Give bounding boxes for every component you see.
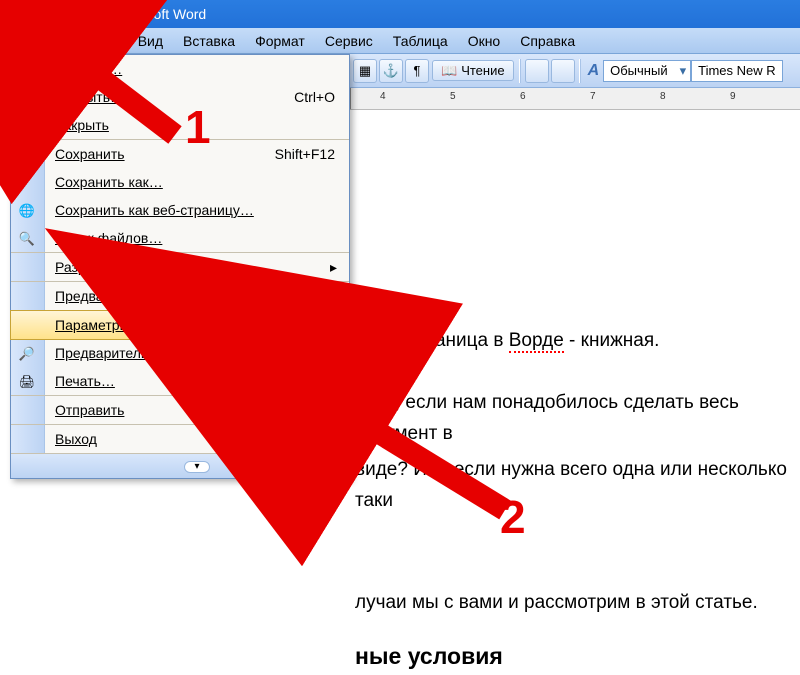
menu-insert[interactable]: Вставка [173,31,245,51]
ruler-number: 9 [730,91,736,102]
ruler-number: 8 [660,91,666,102]
menu-label: Выход [55,431,97,447]
toolbar-button[interactable] [551,59,575,83]
reading-label: Чтение [461,63,504,78]
toolbar-separator [519,59,521,83]
open-folder-icon: 📂 [17,87,37,107]
menu-label: Закрыть [55,117,109,133]
doc-paragraph: лучаи мы с вами и рассмотрим в этой стат… [20,588,800,618]
anchor-icon: ⚓ [383,64,399,77]
style-value: Обычный [610,63,667,78]
chevron-down-icon: ▾ [184,461,210,473]
file-menu-dropdown: 📄 Создать… 📂 Открыть… Ctrl+O Закрыть 💾 С… [10,54,350,479]
menu-label: Отправить [55,402,124,418]
save-web-icon: 🌐 [17,200,37,220]
menu-label: Сохранить как веб-страницу… [55,202,254,218]
reading-layout-button[interactable]: 📖 Чтение [432,60,514,81]
style-icon: A [584,62,604,80]
menu-label: Разрешения [55,259,136,275]
menu-item-open[interactable]: 📂 Открыть… Ctrl+O [11,83,349,111]
ruler-number: 6 [520,91,526,102]
menu-label: Создать… [55,61,122,77]
menu-item-web-preview[interactable]: Предварительный просмотр веб-страницы [11,282,349,311]
menu-label: Поиск файлов… [55,230,162,246]
menu-file[interactable]: Файл [6,31,60,51]
menu-label: Предварительный просмотр веб-страницы [55,288,333,304]
menu-item-print[interactable]: 🖨 Печать… Ctrl+P [11,367,349,396]
menu-item-send[interactable]: Отправить ▸ [11,396,349,425]
menu-label: Сохранить как… [55,174,163,190]
menu-item-new[interactable]: 📄 Создать… [11,55,349,83]
menu-item-close[interactable]: Закрыть [11,111,349,140]
toolbar-button[interactable] [525,59,549,83]
toolbar-button[interactable]: ▦ [353,59,377,83]
menu-item-exit[interactable]: Выход [11,425,349,454]
toolbar-separator [579,59,581,83]
ruler-number: 7 [590,91,596,102]
menu-item-permissions[interactable]: Разрешения ▸ [11,253,349,282]
menu-item-preview[interactable]: 🔎 Предварительный просмотр [11,339,349,367]
menu-item-search[interactable]: 🔍 Поиск файлов… [11,224,349,253]
menu-overflow-chevron[interactable]: ▾ [11,454,349,478]
shortcut: Shift+F12 [275,146,335,162]
window-title: Документ1 - Microsoft Word [30,6,206,22]
pilcrow-icon: ¶ [414,64,421,77]
toolbar-button[interactable]: ⚓ [379,59,403,83]
ruler-number: 4 [380,91,386,102]
menu-edit[interactable]: Правка [60,31,127,51]
menu-view[interactable]: Вид [128,31,173,51]
menu-label: Предварительный просмотр [55,345,239,361]
doc-heading: ные условия [20,638,800,675]
grid-icon: ▦ [359,64,371,77]
save-icon: 💾 [17,144,37,164]
print-icon: 🖨 [17,371,37,391]
submenu-arrow-icon: ▸ [330,402,337,419]
spelling-error: Ворде [509,330,564,353]
menu-help[interactable]: Справка [510,31,585,51]
word-app-icon: W [6,5,24,23]
book-icon: 📖 [441,64,457,77]
font-value: Times New R [698,63,776,78]
style-selector[interactable]: Обычный [603,60,691,82]
menu-label: Печать… [55,373,115,389]
ruler-number: 5 [450,91,456,102]
search-icon: 🔍 [17,228,37,248]
titlebar: W Документ1 - Microsoft Word [0,0,800,28]
shortcut: Ctrl+P [296,373,335,389]
menu-table[interactable]: Таблица [383,31,458,51]
menu-label: Сохранить [55,146,125,162]
menu-label: Параметры страницы… [55,317,210,333]
menu-tools[interactable]: Сервис [315,31,383,51]
new-doc-icon: 📄 [17,59,37,79]
font-selector[interactable]: Times New R [691,60,783,82]
shortcut: Ctrl+O [294,89,335,105]
menu-item-saveas[interactable]: Сохранить как… [11,168,349,196]
menu-label: Открыть… [55,89,124,105]
menu-item-saveweb[interactable]: 🌐 Сохранить как веб-страницу… [11,196,349,224]
preview-icon: 🔎 [17,343,37,363]
submenu-arrow-icon: ▸ [330,259,337,276]
menu-item-save[interactable]: 💾 Сохранить Shift+F12 [11,140,349,168]
menu-format[interactable]: Формат [245,31,315,51]
menu-item-page-setup[interactable]: Параметры страницы… [10,310,350,340]
menu-window[interactable]: Окно [458,31,511,51]
toolbar-paragraph-button[interactable]: ¶ [405,59,429,83]
menubar: Файл Правка Вид Вставка Формат Сервис Та… [0,28,800,54]
